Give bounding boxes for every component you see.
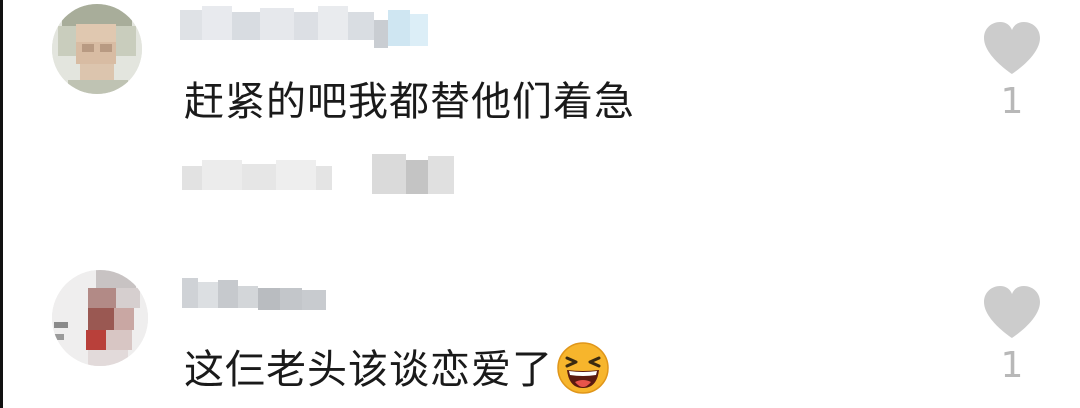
like-count: 1 (1000, 81, 1024, 122)
heart-icon (984, 22, 1040, 74)
blurred-avatar-image (52, 4, 142, 94)
comment-text: 这仨老头该谈恋爱了 (184, 342, 609, 394)
blurred-meta-image (182, 154, 454, 194)
avatar[interactable] (52, 4, 142, 94)
comment-item: 这仨老头该谈恋爱了 1 (0, 258, 1080, 408)
comment-meta-blurred[interactable] (182, 150, 462, 200)
comment-text: 赶紧的吧我都替他们着急 (184, 79, 635, 125)
blurred-username-image (180, 6, 428, 48)
like-button[interactable]: 1 (982, 286, 1042, 386)
username-blurred[interactable] (182, 272, 352, 312)
like-count: 1 (1000, 345, 1024, 386)
comment-list: 赶紧的吧我都替他们着急 1 这仨老头该谈恋爱了 1 (0, 0, 1080, 408)
like-button[interactable]: 1 (982, 22, 1042, 122)
blurred-username-image (182, 278, 326, 310)
avatar[interactable] (52, 270, 148, 366)
username-blurred[interactable] (180, 6, 440, 50)
laughing-face-icon (557, 342, 609, 394)
heart-icon (984, 286, 1040, 338)
comment-text-label: 这仨老头该谈恋爱了 (184, 347, 553, 393)
comment-item: 赶紧的吧我都替他们着急 1 (0, 0, 1080, 240)
blurred-avatar-image (52, 270, 148, 366)
